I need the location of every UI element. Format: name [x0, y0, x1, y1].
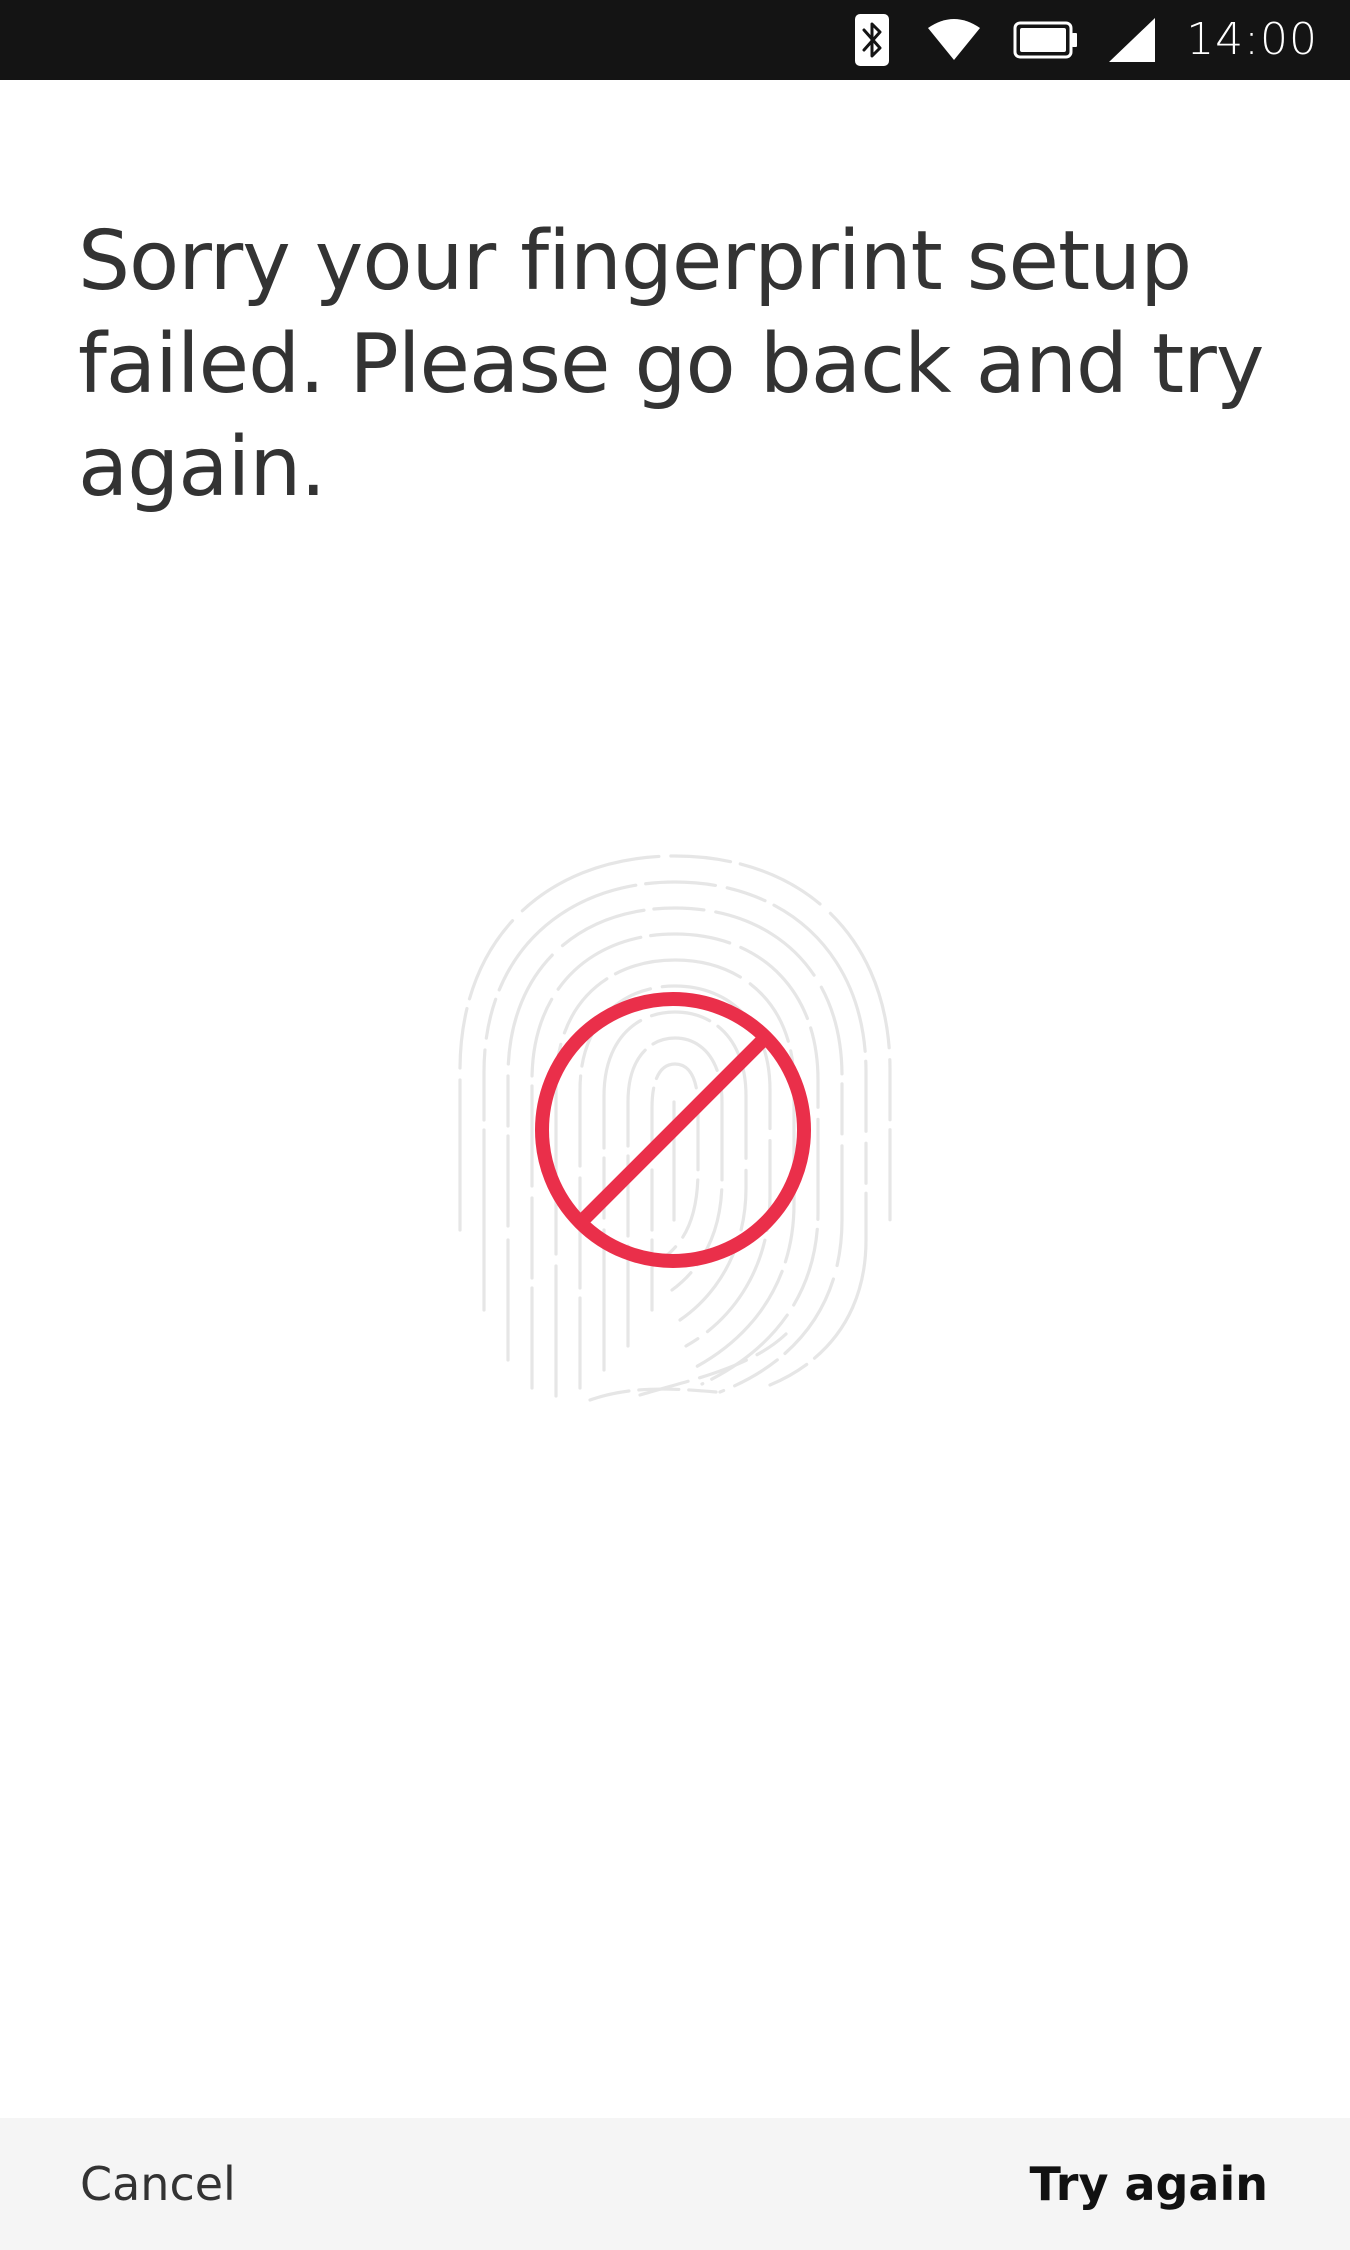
- battery-icon: [1012, 0, 1080, 80]
- bluetooth-icon: [852, 0, 892, 80]
- try-again-button[interactable]: Try again: [1029, 2118, 1268, 2250]
- fingerprint-failed-illustration: [440, 840, 910, 1410]
- bottom-action-bar: Cancel Try again: [0, 2118, 1350, 2250]
- cellular-signal-icon: [1106, 0, 1158, 80]
- wifi-icon: [924, 0, 984, 80]
- fingerprint-setup-failed-screen: 14:00 Sorry your fingerprint setup faile…: [0, 0, 1350, 2250]
- error-message: Sorry your fingerprint setup failed. Ple…: [78, 214, 1264, 515]
- prohibited-icon: [535, 992, 811, 1268]
- cancel-button[interactable]: Cancel: [80, 2118, 236, 2250]
- status-time: 14:00: [1186, 14, 1318, 65]
- status-bar: 14:00: [0, 0, 1350, 80]
